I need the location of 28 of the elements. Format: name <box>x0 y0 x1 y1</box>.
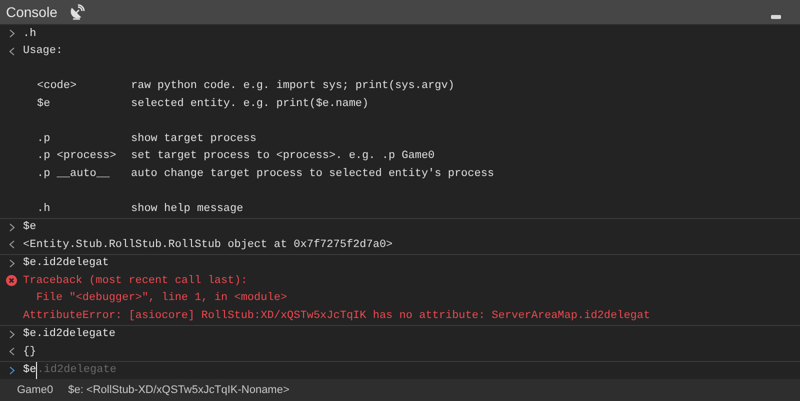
error-message: AttributeError: [asiocore] RollStub:XD/xQSTw5xJcTqIK has no attribute: ServerAreaMap.id2delegat <box>23 308 650 324</box>
error-message: Traceback (most recent call last): <box>23 274 248 288</box>
selection-label: $e: <RollStub-XD/xQSTw5xJcTqIK-Noname> <box>68 382 290 398</box>
satellite-dish-icon <box>69 4 86 20</box>
help-command: .p __auto__ <box>37 166 110 182</box>
help-description: show target process <box>131 132 256 146</box>
help-command: <code> <box>37 79 77 94</box>
help-description: show help message <box>131 202 244 216</box>
help-command: .h <box>37 202 50 216</box>
command-text: $e.id2delegate <box>23 327 116 342</box>
panel-title: Console <box>6 2 58 22</box>
help-command: .p <box>37 132 50 146</box>
help-description: set target process to <process>. e.g. .p Game0 <box>131 149 435 164</box>
console-output: Usage: <box>23 44 63 59</box>
help-description: auto change target process to selected entity's process <box>131 166 494 182</box>
error-message: File "<debugger>", line 1, in <module> <box>35 291 288 306</box>
help-description: selected entity. e.g. print($e.name) <box>131 96 369 112</box>
console-output: {} <box>23 344 36 360</box>
error-icon <box>6 275 17 286</box>
command-text: $e <box>23 220 36 235</box>
command-text: .h <box>23 26 36 42</box>
console-output: <Entity.Stub.RollStub.RollStub object at 0x7f7275f2d7a0> <box>23 238 393 252</box>
minimize-button[interactable] <box>771 15 781 19</box>
help-description: raw python code. e.g. import sys; print(sys.argv) <box>131 79 454 94</box>
command-text: $e.id2delegat <box>23 256 109 271</box>
help-command: $e <box>37 96 50 112</box>
help-command: .p <process> <box>37 149 116 164</box>
process-label: Game0 <box>17 382 54 398</box>
